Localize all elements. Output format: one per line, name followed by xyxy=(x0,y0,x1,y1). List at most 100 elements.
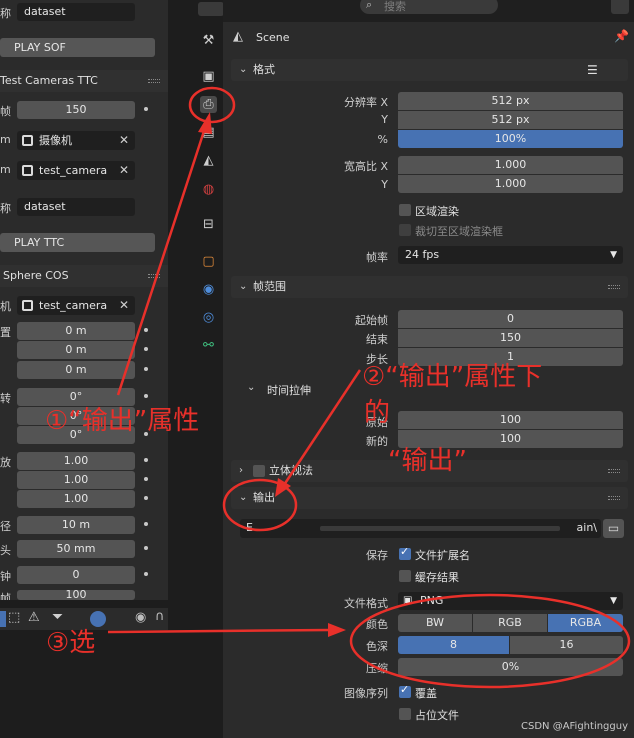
depth-8-button[interactable]: 8 xyxy=(398,636,509,654)
region-render-checkbox[interactable] xyxy=(399,204,411,216)
cache-result-checkbox[interactable] xyxy=(399,570,411,582)
falloff-icon[interactable]: ∩ xyxy=(155,609,165,624)
scale-x-field[interactable]: 1.00 xyxy=(17,452,135,470)
compression-slider[interactable]: 0% xyxy=(398,658,623,676)
end-frame-field[interactable]: 150 xyxy=(398,329,623,347)
camera-object-field[interactable]: test_camera ✕ xyxy=(17,296,135,315)
name-field[interactable]: dataset xyxy=(17,198,135,216)
keyframe-dot-icon[interactable] xyxy=(144,522,148,526)
color-bw-button[interactable]: BW xyxy=(398,614,472,632)
collection-icon[interactable]: ⊟ xyxy=(200,216,217,233)
location-y-field[interactable]: 0 m xyxy=(17,341,135,359)
keyframe-dot-icon[interactable] xyxy=(144,347,148,351)
section-sphere-cos[interactable]: Sphere COS xyxy=(0,265,168,287)
keyframe-dot-icon[interactable] xyxy=(144,496,148,500)
keyframe-dot-icon[interactable] xyxy=(144,107,148,111)
output-title: 输出 xyxy=(253,491,275,504)
object-icon[interactable]: ▢ xyxy=(200,253,217,270)
file-extension-checkbox[interactable] xyxy=(399,545,411,560)
left-sidebar-panel: 称 dataset PLAY SOF Test Cameras TTC 帧 15… xyxy=(0,0,168,605)
keyframe-dot-icon[interactable] xyxy=(144,367,148,371)
format-panel-header[interactable]: ⌄ 格式 ☰ xyxy=(231,59,628,81)
object-data-icon[interactable]: ⚯ xyxy=(200,337,217,354)
play-sof-button[interactable]: PLAY SOF xyxy=(0,38,155,57)
area-divider[interactable] xyxy=(168,0,194,738)
lens-field[interactable]: 50 mm xyxy=(17,540,135,558)
search-input[interactable]: ⌕ 搜索 xyxy=(360,0,498,14)
tool-icon[interactable]: ⚒ xyxy=(200,32,217,49)
drag-grip-icon[interactable] xyxy=(608,496,620,500)
scale-z-field[interactable]: 1.00 xyxy=(17,490,135,508)
toolbar-toggle[interactable] xyxy=(0,611,6,627)
location-z-field[interactable]: 0 m xyxy=(17,361,135,379)
play-ttc-button[interactable]: PLAY TTC xyxy=(0,233,155,252)
modifier-icon[interactable]: ◉ xyxy=(200,281,217,298)
extra-field[interactable]: 0 xyxy=(17,566,135,584)
radius-field[interactable]: 10 m xyxy=(17,516,135,534)
resolution-percent-slider[interactable]: 100% xyxy=(398,130,623,148)
resolution-x-field[interactable]: 512 px xyxy=(398,92,623,110)
options-button[interactable] xyxy=(611,0,629,14)
depth-16-button[interactable]: 16 xyxy=(510,636,623,654)
stereoscopy-checkbox[interactable] xyxy=(253,465,265,477)
output-icon[interactable]: ⎙ xyxy=(200,96,217,113)
select-box-icon[interactable]: ⬚ xyxy=(8,610,20,625)
folder-icon[interactable]: ▭ xyxy=(603,519,624,538)
physics-icon[interactable]: ◎ xyxy=(200,309,217,326)
drag-grip-icon[interactable] xyxy=(608,469,620,473)
drag-grip-icon[interactable] xyxy=(148,79,160,83)
save-label: 保存 xyxy=(366,549,388,562)
warning-icon[interactable]: ⚠ xyxy=(28,610,40,625)
new-label: 新的 xyxy=(366,435,388,448)
aspect-y-field[interactable]: 1.000 xyxy=(398,175,623,193)
section-test-cameras-ttc[interactable]: Test Cameras TTC xyxy=(0,70,168,92)
camera-object-field[interactable]: 摄像机 ✕ xyxy=(17,131,135,150)
drag-grip-icon[interactable] xyxy=(608,285,620,289)
rotation-label: 转 xyxy=(0,392,11,405)
keyframe-dot-icon[interactable] xyxy=(144,477,148,481)
color-rgba-button[interactable]: RGBA xyxy=(548,614,623,632)
resolution-y-field[interactable]: 512 px xyxy=(398,111,623,129)
chevron-right-icon: › xyxy=(239,465,243,476)
machine-label: 机 xyxy=(0,300,11,313)
chevron-down-icon: ⌄ xyxy=(247,382,256,393)
output-path-field[interactable]: E ain\ xyxy=(240,519,601,538)
scene-icon[interactable]: ◭ xyxy=(200,152,217,169)
name-field[interactable]: dataset xyxy=(17,3,135,21)
pin-icon[interactable]: 📌 xyxy=(614,29,629,43)
object-icon xyxy=(22,300,33,311)
render-icon[interactable]: ▣ xyxy=(200,68,217,85)
world-icon[interactable]: ◍ xyxy=(200,181,217,198)
presets-icon[interactable]: ☰ xyxy=(587,59,598,81)
output-panel-header[interactable]: ⌄ 输出 xyxy=(231,487,628,509)
aspect-x-field[interactable]: 1.000 xyxy=(398,156,623,174)
keyframe-dot-icon[interactable] xyxy=(144,572,148,576)
scale-y-field[interactable]: 1.00 xyxy=(17,471,135,489)
drag-grip-icon[interactable] xyxy=(148,274,160,278)
camera-object-field[interactable]: test_camera ✕ xyxy=(17,161,135,180)
keyframe-dot-icon[interactable] xyxy=(144,458,148,462)
fps-dropdown[interactable]: 24 fps ▼ xyxy=(398,246,623,264)
placeholder-checkbox[interactable] xyxy=(399,708,411,720)
time-old-field[interactable]: 100 xyxy=(398,411,623,429)
proportional-icon[interactable]: ◉ xyxy=(135,610,146,625)
clear-icon[interactable]: ✕ xyxy=(119,131,129,150)
frame-range-panel-header[interactable]: ⌄ 帧范围 xyxy=(231,276,628,298)
editor-type-button[interactable] xyxy=(198,2,224,16)
keyframe-dot-icon[interactable] xyxy=(144,546,148,550)
color-rgb-button[interactable]: RGB xyxy=(473,614,547,632)
keyframe-dot-icon[interactable] xyxy=(144,328,148,332)
location-x-field[interactable]: 0 m xyxy=(17,322,135,340)
frame-field[interactable]: 150 xyxy=(17,101,135,119)
section-title: Sphere COS xyxy=(3,269,69,282)
frame-range-title: 帧范围 xyxy=(253,280,286,293)
overwrite-checkbox[interactable] xyxy=(399,683,411,698)
clear-icon[interactable]: ✕ xyxy=(119,296,129,315)
keyframe-dot-icon[interactable] xyxy=(144,394,148,398)
extra-field[interactable]: 100 xyxy=(17,590,135,600)
file-format-dropdown[interactable]: ▣ PNG ▼ xyxy=(398,592,623,610)
crop-region-checkbox[interactable] xyxy=(399,224,411,236)
start-frame-field[interactable]: 0 xyxy=(398,310,623,328)
view-layer-icon[interactable]: ▤ xyxy=(200,124,217,141)
clear-icon[interactable]: ✕ xyxy=(119,161,129,180)
